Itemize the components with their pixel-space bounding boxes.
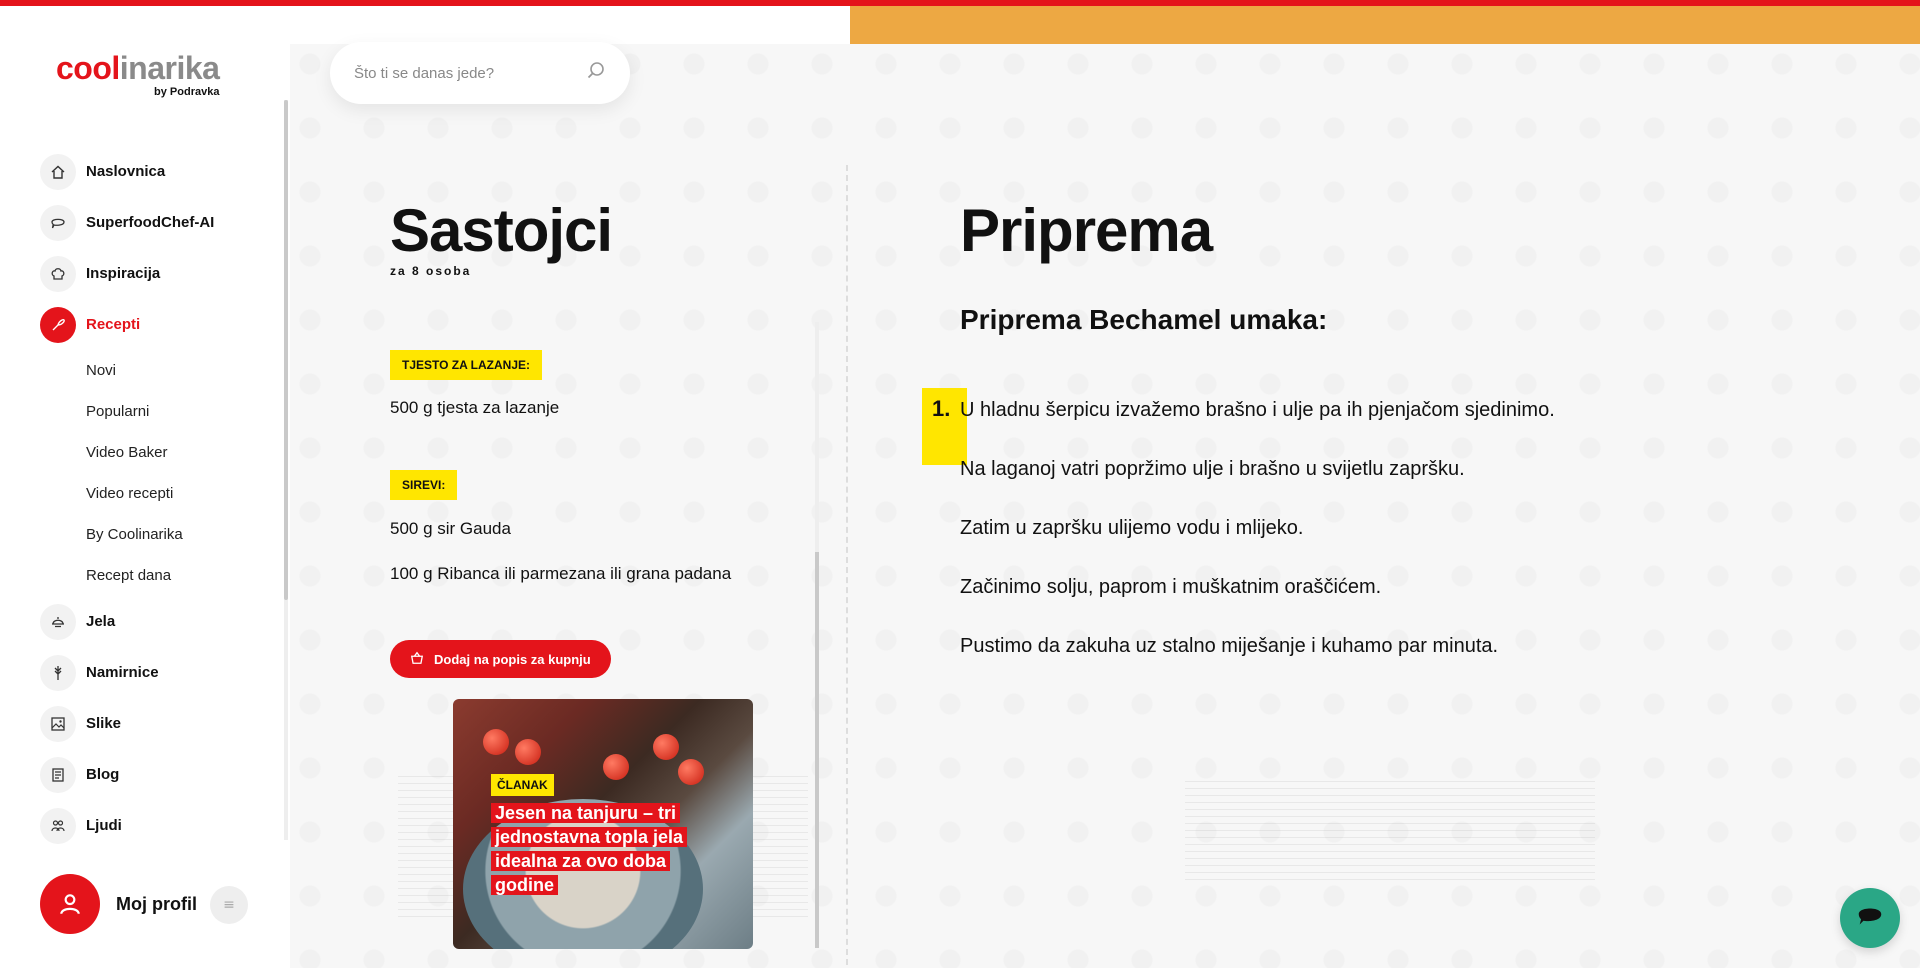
sidebar-item-naslovnica[interactable]: Naslovnica (40, 146, 280, 197)
preparation-steps: U hladnu šerpicu izvažemo brašno i ulje … (960, 396, 1555, 691)
chef-hat-icon (40, 255, 76, 292)
subnav-item-video-baker[interactable]: Video Baker (86, 432, 280, 473)
sidebar-item-label: Blog (86, 766, 120, 783)
sidebar-item-superfoodchef[interactable]: SuperfoodChef-AI (40, 197, 280, 248)
top-banner-ad[interactable] (850, 6, 1920, 44)
ingredients-scrollbar-thumb[interactable] (815, 552, 819, 948)
preparation-section: Priprema Priprema Bechamel umaka: (960, 200, 1860, 336)
chat-bubble-icon (40, 204, 76, 241)
subnav-item-popularni[interactable]: Popularni (86, 391, 280, 432)
sidebar: coolinarika by Podravka Naslovnica Super… (0, 6, 290, 968)
preparation-title: Priprema (960, 197, 1213, 264)
step-text: Pustimo da zakuha uz stalno miješanje i … (960, 635, 1499, 657)
preparation-subtitle: Priprema Bechamel umaka: (960, 304, 1328, 335)
add-to-shopping-list-button[interactable]: Dodaj na popis za kupnju (390, 640, 611, 678)
sidebar-item-label: SuperfoodChef-AI (86, 214, 215, 231)
wavy-decoration (1185, 775, 1595, 885)
subnav-item-novi[interactable]: Novi (86, 350, 280, 391)
step-text: Na laganoj vatri popržimo ulje i brašno … (960, 458, 1465, 480)
sidebar-item-label: Namirnice (86, 664, 159, 681)
subnav-item-by-coolinarika[interactable]: By Coolinarika (86, 514, 280, 555)
profile[interactable]: Moj profil ≡ (40, 874, 248, 934)
article-title-text: Jesen na tanjuru – tri jednostavna topla… (491, 803, 688, 895)
sidebar-subnav-recepti: Novi Popularni Video Baker Video recepti… (86, 350, 280, 596)
sidebar-item-label: Slike (86, 715, 122, 732)
basket-icon (410, 651, 424, 668)
sidebar-item-label: Inspiracija (86, 265, 161, 282)
article-image-tomato (678, 759, 704, 785)
search-input[interactable] (354, 64, 586, 82)
subnav-item-video-recepti[interactable]: Video recepti (86, 473, 280, 514)
search-icon[interactable] (586, 61, 606, 85)
sidebar-item-label: Recepti (86, 316, 141, 333)
logo-subtitle: by Podravka (154, 86, 220, 98)
home-icon (40, 153, 76, 190)
sidebar-item-ljudi[interactable]: Ljudi (40, 800, 280, 851)
sidebar-scrollbar[interactable] (284, 100, 288, 840)
top-accent-bar (0, 0, 1920, 6)
step-text: Začinimo solju, paprom i muškatnim orašč… (960, 576, 1382, 598)
menu-icon[interactable]: ≡ (210, 886, 248, 924)
image-icon (40, 705, 76, 742)
ingredients-scrollbar[interactable] (815, 322, 819, 948)
ingredient-group-tag: TJESTO ZA LAZANJE: (390, 350, 543, 380)
ingredient-group: SIREVI: (390, 470, 458, 500)
ingredient-group: TJESTO ZA LAZANJE: (390, 350, 543, 380)
whisk-icon (40, 306, 76, 343)
step-text: Zatim u zapršku ulijemo vodu i mlijeko. (960, 517, 1304, 539)
ingredient-line: 500 g sir Gauda (390, 519, 511, 538)
ingredient-line: 500 g tjesta za lazanje (390, 398, 560, 417)
step-number: 1. (932, 396, 951, 421)
article-card[interactable]: ČLANAK Jesen na tanjuru – tri jednostavn… (453, 699, 753, 949)
logo-text-part1: cool (56, 50, 120, 86)
search-box[interactable] (330, 42, 630, 104)
article-image-tomato (515, 739, 541, 765)
logo[interactable]: coolinarika by Podravka (56, 50, 220, 98)
sidebar-scrollbar-thumb[interactable] (284, 100, 288, 600)
article-image-tomato (483, 729, 509, 755)
article-title[interactable]: Jesen na tanjuru – tri jednostavna topla… (491, 801, 731, 897)
wheat-icon (40, 654, 76, 691)
people-icon (40, 807, 76, 844)
subnav-item-recept-dana[interactable]: Recept dana (86, 555, 280, 596)
chat-button[interactable] (1840, 888, 1900, 948)
dish-icon (40, 603, 76, 640)
sidebar-item-label: Naslovnica (86, 163, 166, 180)
logo-text-part2: inarika (119, 50, 220, 86)
step-text: U hladnu šerpicu izvažemo brašno i ulje … (960, 399, 1555, 421)
ingredients-section: Sastojci za 8 osoba (390, 197, 810, 279)
sidebar-item-recepti[interactable]: Recepti (40, 299, 280, 350)
profile-label[interactable]: Moj profil (116, 894, 197, 915)
article-image-tomato (603, 754, 629, 780)
column-divider (846, 165, 848, 965)
sidebar-item-slike[interactable]: Slike (40, 698, 280, 749)
chat-icon (1855, 901, 1885, 935)
sidebar-item-label: Ljudi (86, 817, 122, 834)
sidebar-item-jela[interactable]: Jela (40, 596, 280, 647)
sidebar-item-blog[interactable]: Blog (40, 749, 280, 800)
add-button-label: Dodaj na popis za kupnju (434, 651, 591, 667)
ingredient-line: 100 g Ribanca ili parmezana ili grana pa… (390, 564, 732, 583)
sidebar-item-inspiracija[interactable]: Inspiracija (40, 248, 280, 299)
ingredients-title: Sastojci (390, 197, 613, 264)
top-banner-left (290, 6, 850, 44)
sidebar-item-namirnice[interactable]: Namirnice (40, 647, 280, 698)
sidebar-item-label: Jela (86, 613, 116, 630)
servings-label: za 8 osoba (390, 264, 472, 278)
main-nav: Naslovnica SuperfoodChef-AI Inspiracija … (40, 146, 280, 851)
user-icon[interactable] (40, 874, 100, 934)
article-image-tomato (653, 734, 679, 760)
ingredient-group-tag: SIREVI: (390, 470, 458, 500)
blog-icon (40, 756, 76, 793)
article-tag: ČLANAK (491, 774, 554, 796)
